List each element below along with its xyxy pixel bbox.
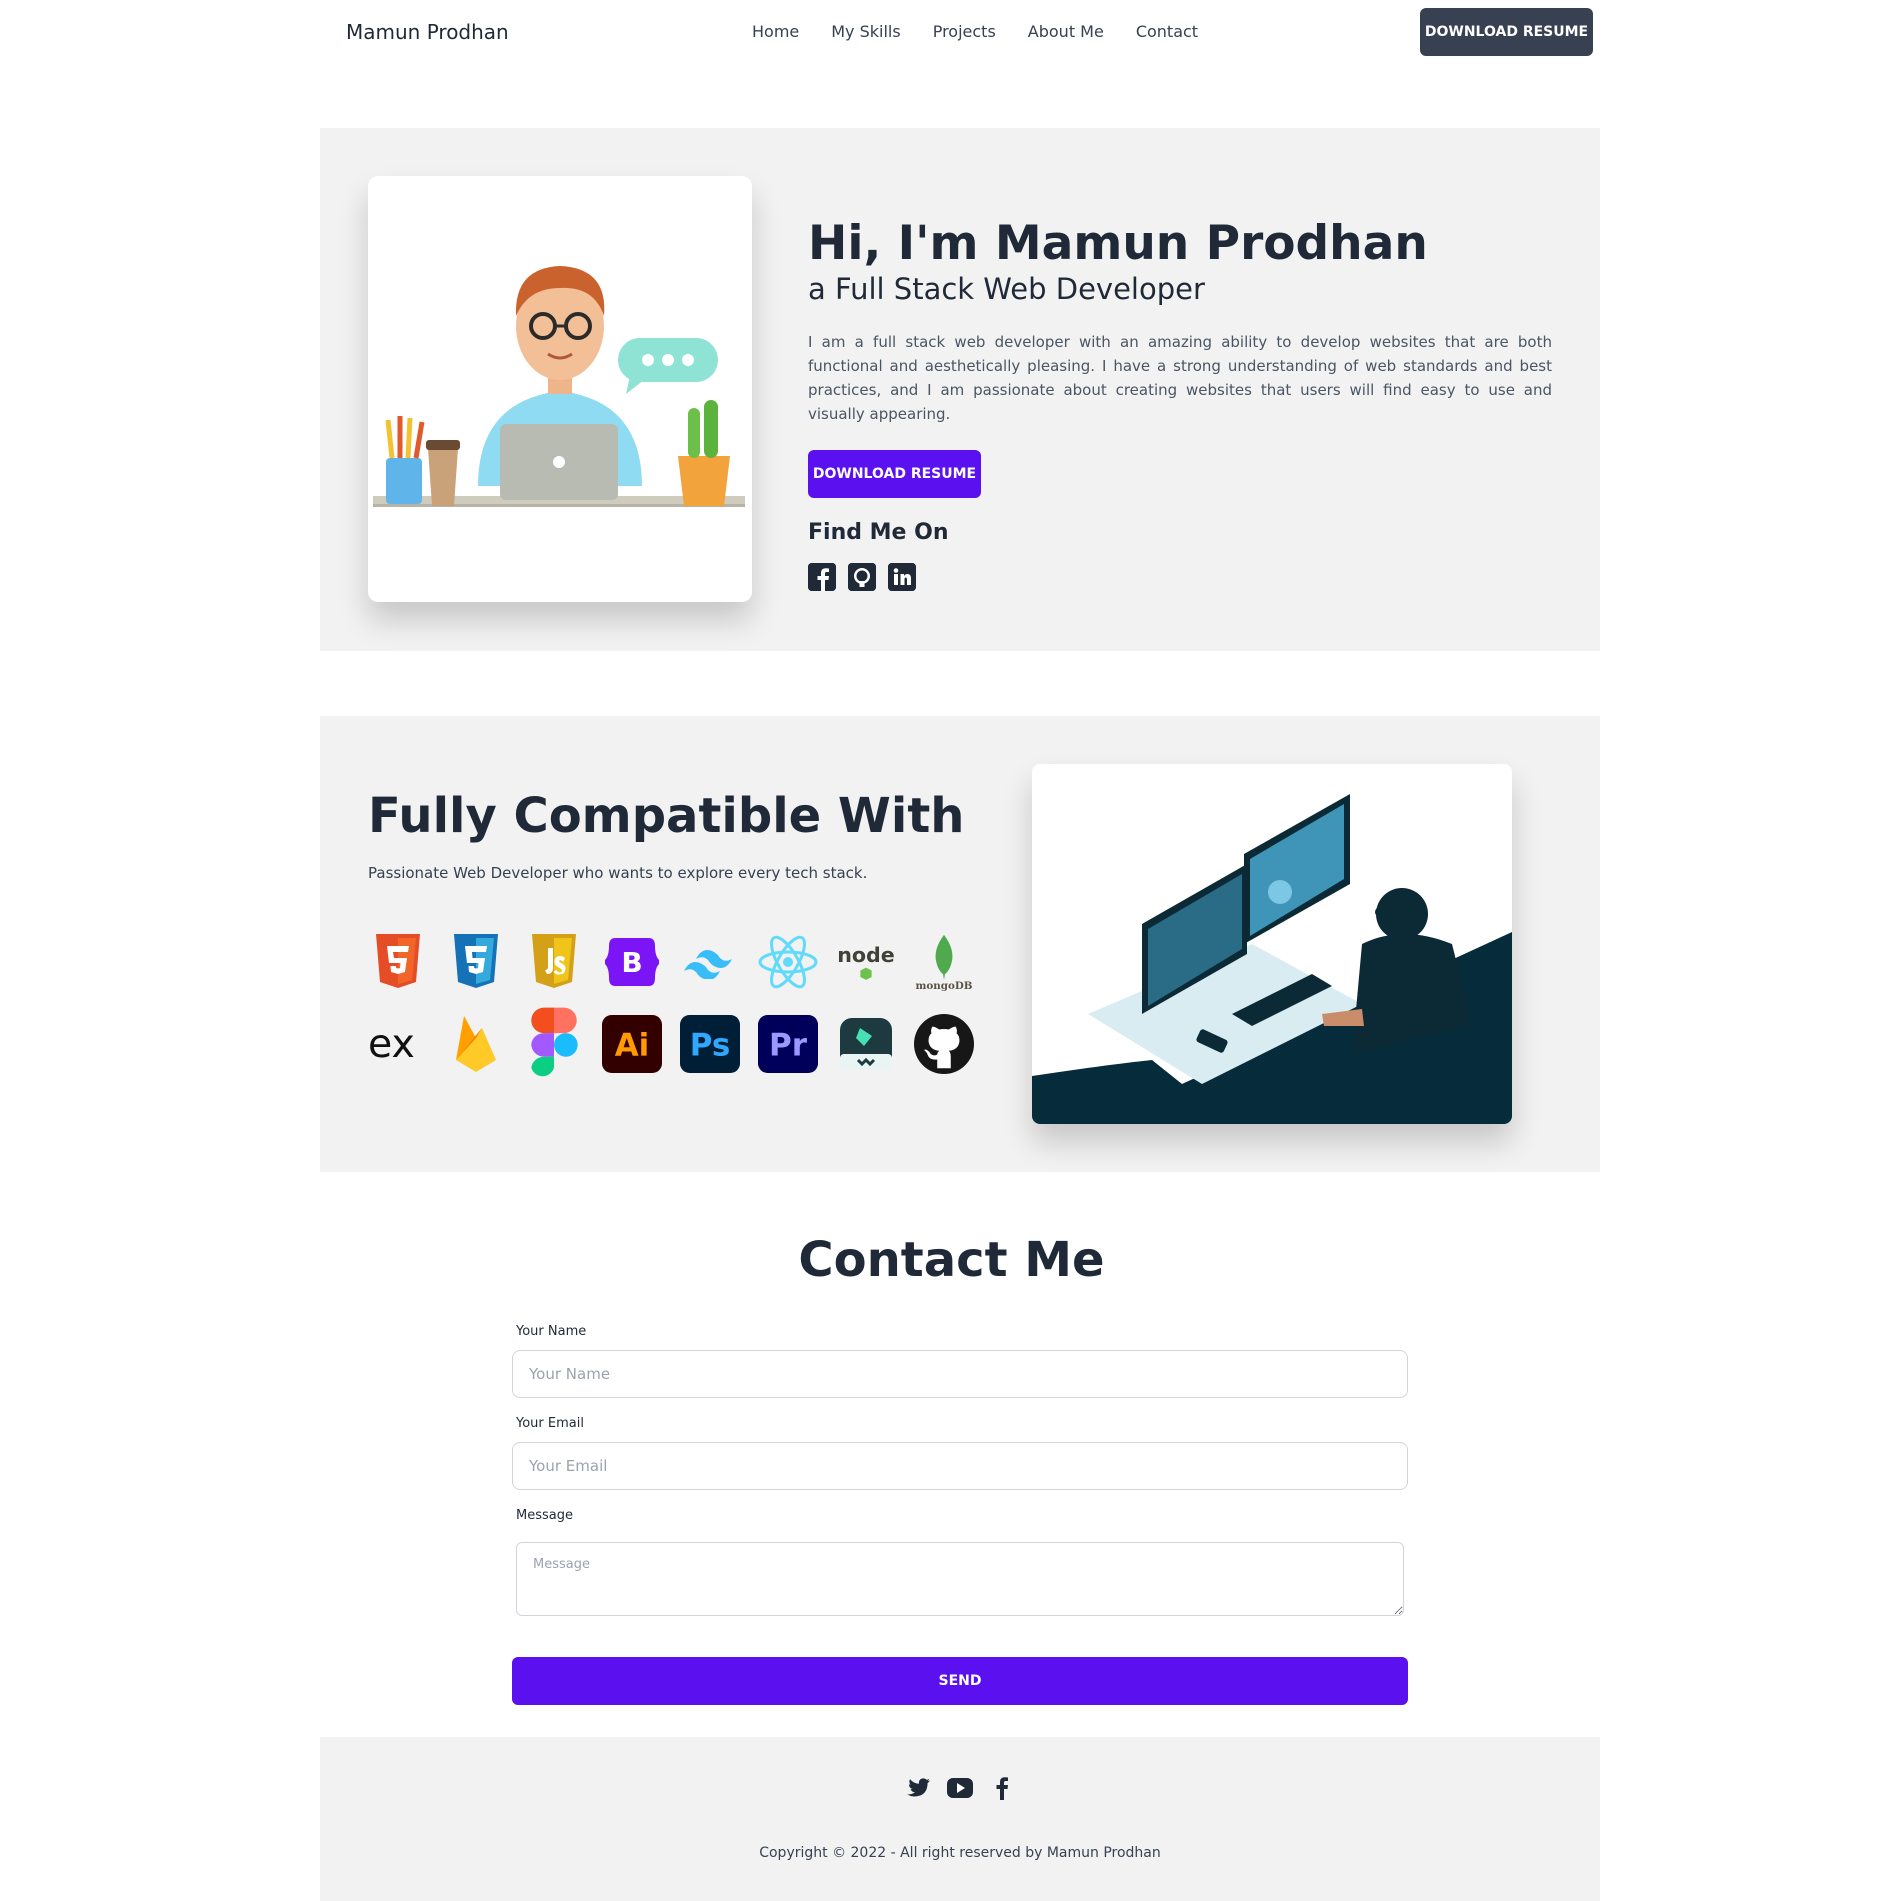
filmora-icon (836, 1014, 896, 1074)
hero-download-resume-button[interactable]: DOWNLOAD RESUME (808, 449, 981, 498)
nav-link-about[interactable]: About Me (1028, 22, 1104, 41)
developer-desk-illustration-card (1032, 764, 1512, 1124)
nav-download-resume-button[interactable]: DOWNLOAD RESUME (1420, 8, 1593, 56)
twitter-icon[interactable] (905, 1775, 931, 1801)
message-label: Message (516, 1508, 573, 1523)
bootstrap-icon: B (602, 932, 662, 992)
svg-text:ex: ex (368, 1024, 415, 1064)
svg-text:mongoDB: mongoDB (916, 980, 973, 992)
youtube-icon[interactable] (947, 1775, 973, 1801)
brand-name[interactable]: Mamun Prodhan (346, 20, 509, 44)
skills-subtitle: Passionate Web Developer who wants to ex… (368, 864, 868, 882)
name-input[interactable] (512, 1350, 1408, 1398)
html5-icon (368, 932, 428, 992)
svg-text:node: node (837, 943, 895, 967)
photoshop-icon: Ps (680, 1014, 740, 1074)
nav-menu: Home My Skills Projects About Me Contact (752, 22, 1230, 41)
skills-title: Fully Compatible With (368, 788, 965, 844)
find-me-heading: Find Me On (808, 519, 949, 545)
copyright-text: Copyright © 2022 - All right reserved by… (759, 1845, 1161, 1861)
svg-text:Pr: Pr (769, 1028, 808, 1064)
contact-title: Contact Me (798, 1232, 1105, 1288)
hero-description: I am a full stack web developer with an … (808, 332, 1552, 423)
javascript-icon (524, 932, 584, 992)
developer-desk-illustration (1032, 794, 1512, 1124)
nav-link-home[interactable]: Home (752, 22, 799, 41)
hero-text: Hi, I'm Mamun Prodhan a Full Stack Web D… (808, 218, 1552, 591)
express-icon: ex (368, 1014, 428, 1074)
email-input[interactable] (512, 1442, 1408, 1490)
tailwind-icon (680, 932, 740, 992)
svg-text:B: B (621, 946, 642, 979)
footer: Copyright © 2022 - All right reserved by… (320, 1737, 1600, 1901)
send-button[interactable]: SEND (512, 1657, 1408, 1705)
figma-icon (524, 1007, 584, 1077)
svg-text:Ai: Ai (615, 1028, 650, 1064)
facebook-icon[interactable] (989, 1775, 1015, 1801)
illustrator-icon: Ai (602, 1014, 662, 1074)
hero-subtitle: a Full Stack Web Developer (808, 271, 1205, 306)
firebase-icon (446, 1014, 506, 1074)
mongodb-icon: mongoDB (914, 932, 974, 992)
nav-link-projects[interactable]: Projects (933, 22, 996, 41)
premiere-icon: Pr (758, 1014, 818, 1074)
github-icon (914, 1014, 974, 1074)
navbar: Mamun Prodhan Home My Skills Projects Ab… (0, 0, 1903, 70)
footer-social-links (320, 1775, 1600, 1801)
hero-section: Hi, I'm Mamun Prodhan a Full Stack Web D… (320, 128, 1600, 651)
github-icon[interactable] (848, 562, 876, 591)
svg-text:Ps: Ps (690, 1028, 731, 1064)
skills-section: Fully Compatible With Passionate Web Dev… (320, 716, 1600, 1172)
email-label: Your Email (516, 1416, 584, 1431)
developer-illustration (373, 266, 745, 507)
nav-link-skills[interactable]: My Skills (831, 22, 900, 41)
name-label: Your Name (516, 1324, 587, 1339)
facebook-icon[interactable] (808, 562, 836, 591)
react-icon (758, 932, 818, 992)
linkedin-icon[interactable] (888, 562, 916, 591)
nodejs-icon: node (836, 932, 896, 992)
nav-link-contact[interactable]: Contact (1136, 22, 1198, 41)
hero-illustration-card (368, 176, 752, 602)
social-links (808, 562, 1552, 591)
css3-icon (446, 932, 506, 992)
message-textarea[interactable] (516, 1542, 1404, 1616)
tech-icons-grid: B node mongoDB ex Ai Ps Pr (368, 932, 988, 1077)
hero-title: Hi, I'm Mamun Prodhan (808, 216, 1428, 271)
